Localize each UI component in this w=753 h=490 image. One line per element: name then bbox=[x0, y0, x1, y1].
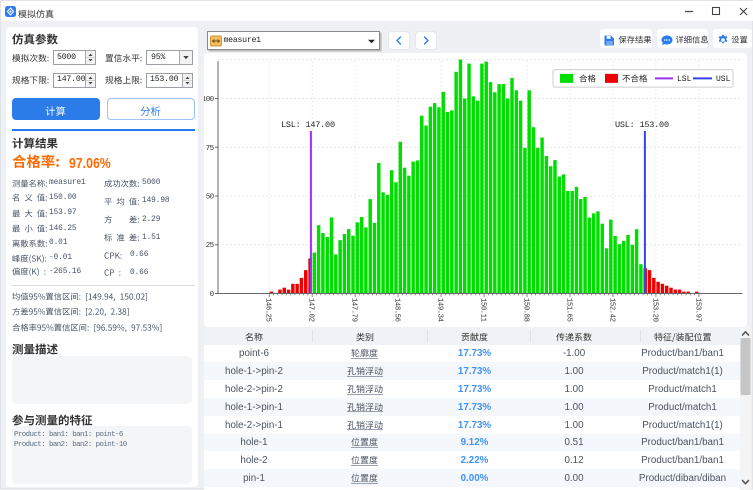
svg-text:150.88: 150.88 bbox=[521, 298, 529, 322]
svg-text:147.79: 147.79 bbox=[350, 298, 358, 322]
svg-text:146.25: 146.25 bbox=[264, 298, 272, 322]
svg-text:75: 75 bbox=[206, 145, 215, 153]
svg-text:149.34: 149.34 bbox=[436, 298, 444, 322]
svg-text:100: 100 bbox=[204, 96, 215, 104]
svg-text:USL: USL bbox=[716, 75, 731, 84]
svg-text:LSL: LSL bbox=[677, 75, 692, 84]
svg-text:50: 50 bbox=[206, 194, 215, 202]
svg-text:LSL: 147.00: LSL: 147.00 bbox=[281, 120, 335, 130]
svg-text:USL: 153.00: USL: 153.00 bbox=[615, 120, 669, 130]
svg-text:150.11: 150.11 bbox=[478, 298, 486, 322]
svg-text:0: 0 bbox=[210, 291, 215, 299]
svg-text:153.97: 153.97 bbox=[693, 298, 701, 322]
svg-text:25: 25 bbox=[206, 242, 215, 250]
svg-text:153.20: 153.20 bbox=[650, 298, 658, 322]
svg-text:147.02: 147.02 bbox=[307, 298, 315, 322]
svg-text:152.42: 152.42 bbox=[607, 298, 615, 322]
svg-text:151.65: 151.65 bbox=[564, 298, 572, 322]
svg-text:148.56: 148.56 bbox=[393, 298, 401, 322]
